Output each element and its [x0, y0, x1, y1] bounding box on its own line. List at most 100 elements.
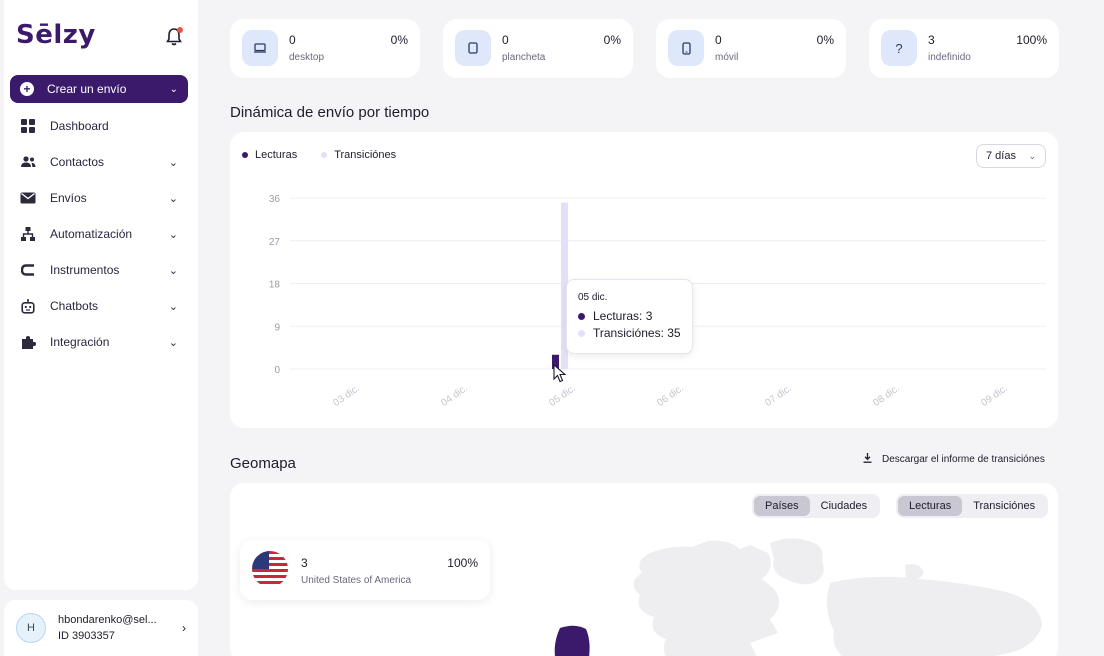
sidebar-item-label: Integración: [50, 335, 110, 349]
notification-dot: [177, 27, 183, 33]
device-percent: 100%: [1016, 33, 1047, 47]
chevron-down-icon: ⌄: [168, 300, 178, 313]
sidebar-item-instruments[interactable]: Instrumentos ⌄: [10, 252, 188, 288]
tooltip-row-transitions: Transiciónes: 35: [578, 326, 681, 340]
toggle-transitions[interactable]: Transiciónes: [962, 496, 1046, 516]
y-tick-label: 0: [274, 365, 280, 376]
download-label: Descargar el informe de transiciónes: [882, 454, 1045, 465]
device-percent: 0%: [816, 33, 834, 47]
device-count: 0: [502, 33, 509, 47]
chevron-down-icon: ⌄: [168, 264, 178, 277]
chevron-down-icon: ⌄: [168, 336, 178, 349]
tooltip-transitions: Transiciónes: 35: [593, 326, 681, 340]
logo[interactable]: Sēlzy: [16, 20, 96, 50]
avatar: H: [16, 613, 46, 643]
chevron-down-icon: ⌄: [168, 228, 178, 241]
create-mailing-label: Crear un envío: [47, 82, 127, 96]
mail-icon: [20, 190, 36, 206]
tooltip-date: 05 dic.: [578, 292, 608, 303]
device-count: 3: [928, 33, 935, 47]
chevron-down-icon: ⌄: [169, 83, 178, 95]
toggle-cities[interactable]: Ciudades: [810, 496, 878, 516]
toggle-countries[interactable]: Países: [754, 496, 810, 516]
create-mailing-button[interactable]: + Crear un envío ⌄: [10, 75, 188, 103]
sidebar-nav: Dashboard Contactos ⌄ Envíos ⌄ Automatiz…: [10, 108, 188, 360]
user-email: hbondarenko@sel...: [58, 614, 157, 626]
y-tick-label: 27: [269, 237, 281, 248]
sidebar-item-mailings[interactable]: Envíos ⌄: [10, 180, 188, 216]
tooltip-reads: Lecturas: 3: [593, 309, 653, 323]
mouse-cursor-icon: [553, 364, 567, 383]
automation-icon: [20, 226, 36, 242]
chevron-right-icon: ›: [182, 621, 186, 635]
device-card-undefined: ? 3 indefinido 100%: [869, 19, 1059, 78]
device-label: desktop: [289, 52, 325, 63]
device-count: 0: [289, 33, 296, 47]
y-tick-label: 9: [274, 322, 280, 333]
y-tick-label: 18: [269, 280, 281, 291]
dashboard-icon: [20, 118, 36, 134]
x-tick-label: 09 dic.: [979, 383, 1009, 409]
device-label: indefinido: [928, 52, 971, 63]
sidebar-item-automation[interactable]: Automatización ⌄: [10, 216, 188, 252]
contacts-icon: [20, 154, 36, 170]
device-count: 0: [715, 33, 722, 47]
device-label: plancheta: [502, 52, 546, 63]
sidebar-item-label: Automatización: [50, 227, 133, 241]
device-card-tablet: 0 plancheta 0%: [443, 19, 633, 78]
sidebar-item-label: Instrumentos: [50, 263, 120, 277]
tablet-icon: [455, 30, 491, 66]
sidebar-item-label: Contactos: [50, 155, 105, 169]
user-id: ID 3903357: [58, 630, 115, 642]
sidebar-item-contacts[interactable]: Contactos ⌄: [10, 144, 188, 180]
sidebar: Sēlzy + Crear un envío ⌄ Dashboard Conta…: [0, 0, 198, 656]
plus-icon: +: [20, 82, 34, 96]
x-tick-label: 08 dic.: [871, 383, 901, 409]
country-percent: 100%: [447, 556, 478, 570]
metric-toggle: Lecturas Transiciónes: [896, 494, 1049, 518]
desktop-icon: [242, 30, 278, 66]
tooltip-dot: [578, 312, 585, 320]
mobile-icon: [668, 30, 704, 66]
geomap-card: Países Ciudades Lecturas Transiciónes 3 …: [230, 483, 1058, 656]
question-icon: ?: [881, 30, 917, 66]
device-percent: 0%: [390, 33, 408, 47]
device-card-desktop: 0 desktop 0%: [230, 19, 420, 78]
device-card-mobile: 0 móvil 0%: [656, 19, 846, 78]
x-tick-label: 06 dic.: [655, 383, 685, 409]
country-count: 3: [301, 556, 308, 570]
instruments-icon: [20, 262, 36, 278]
download-icon: [863, 453, 872, 466]
user-profile-card[interactable]: H hbondarenko@sel... ID 3903357 ›: [4, 600, 198, 656]
device-percent: 0%: [603, 33, 621, 47]
user-info: hbondarenko@sel... ID 3903357: [58, 614, 157, 642]
tooltip-row-reads: Lecturas: 3: [578, 309, 681, 323]
usa-flag-icon: [252, 551, 288, 587]
sidebar-item-dashboard[interactable]: Dashboard: [10, 108, 188, 144]
chevron-down-icon: ⌄: [168, 192, 178, 205]
device-label: móvil: [715, 52, 739, 63]
country-name: United States of America: [301, 575, 412, 586]
sidebar-item-label: Chatbots: [50, 299, 99, 313]
x-tick-label: 05 dic.: [547, 383, 577, 409]
dynamics-title: Dinámica de envío por tiempo: [230, 104, 430, 121]
puzzle-icon: [20, 334, 36, 350]
download-report-link[interactable]: Descargar el informe de transiciónes: [863, 453, 1045, 466]
y-tick-label: 36: [269, 194, 281, 205]
chevron-down-icon: ⌄: [168, 156, 178, 169]
sidebar-item-label: Envíos: [50, 191, 87, 205]
toggle-reads[interactable]: Lecturas: [898, 496, 963, 516]
scope-toggle: Países Ciudades: [752, 494, 881, 518]
chatbot-icon: [20, 298, 36, 314]
x-tick-label: 04 dic.: [439, 383, 469, 409]
map-region-usa-highlight: [554, 625, 590, 656]
sidebar-item-chatbots[interactable]: Chatbots ⌄: [10, 288, 188, 324]
sidebar-item-integration[interactable]: Integración ⌄: [10, 324, 188, 360]
x-tick-label: 03 dic.: [331, 383, 361, 409]
geomap-title: Geomapa: [230, 455, 296, 472]
tooltip-dot: [578, 329, 585, 337]
x-tick-label: 07 dic.: [763, 383, 793, 409]
chart-tooltip: 05 dic. Lecturas: 3 Transiciónes: 35: [566, 279, 693, 354]
sidebar-item-label: Dashboard: [50, 119, 109, 133]
country-stat-card[interactable]: 3 United States of America 100%: [240, 540, 490, 600]
